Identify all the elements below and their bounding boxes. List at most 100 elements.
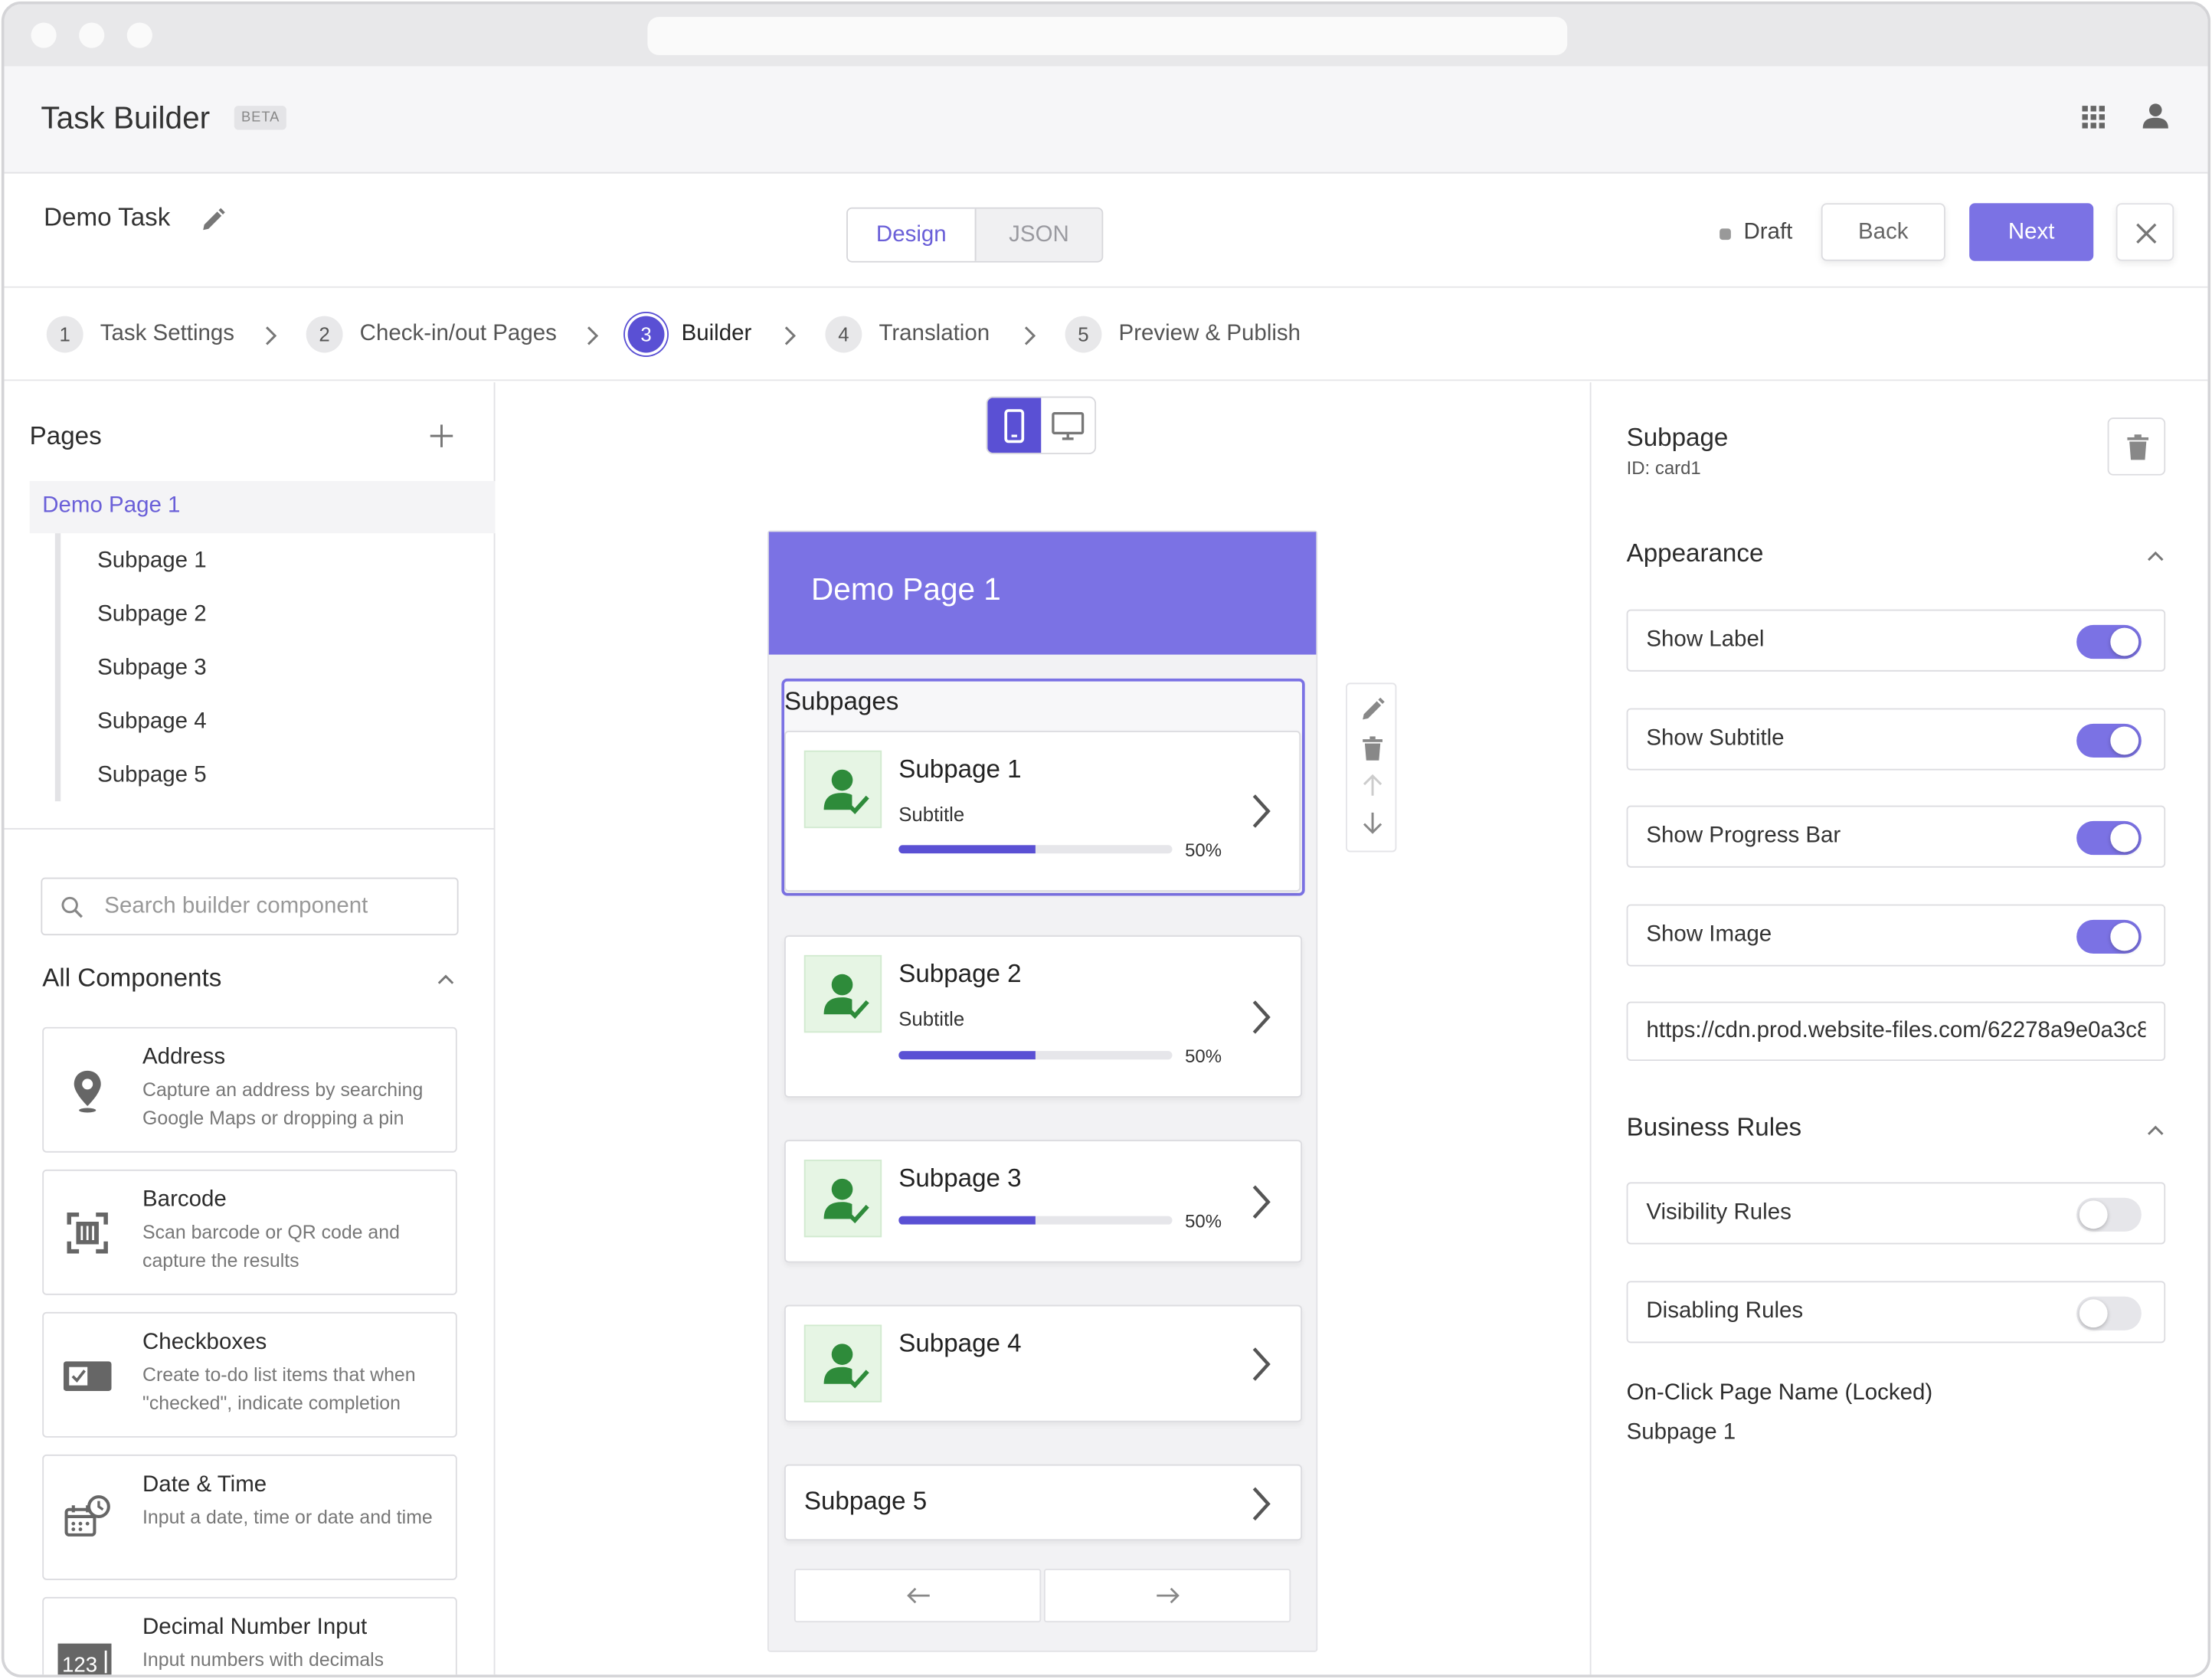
subpage-card[interactable]: Subpage 5 — [784, 1464, 1302, 1541]
search-input[interactable] — [104, 879, 443, 934]
window-close-dot[interactable] — [31, 22, 57, 48]
toggle-label: Show Subtitle — [1646, 726, 1785, 751]
subpage-card[interactable]: Subpage 3 50% — [784, 1140, 1302, 1263]
disabling-rules-row: Disabling Rules — [1626, 1281, 2166, 1344]
subpage-item[interactable]: Subpage 5 — [97, 763, 207, 788]
show-image-toggle[interactable] — [2076, 919, 2142, 954]
arrow-up-icon[interactable] — [1359, 771, 1387, 800]
window-minimize-dot[interactable] — [79, 22, 105, 48]
component-name: Checkboxes — [142, 1330, 267, 1355]
step-translation[interactable]: 4 Translation — [825, 316, 990, 353]
subpage-item[interactable]: Subpage 1 — [97, 548, 207, 574]
component-toolbar — [1346, 682, 1397, 853]
component-description: Input a date, time or date and time — [142, 1507, 433, 1528]
barcode-scan-icon — [67, 1213, 108, 1254]
component-barcode[interactable]: Barcode Scan barcode or QR code and capt… — [42, 1169, 457, 1295]
image-url-field[interactable] — [1626, 1001, 2166, 1062]
show-label-toggle[interactable] — [2076, 624, 2142, 659]
phone-icon — [1004, 408, 1025, 443]
user-check-icon — [823, 1344, 869, 1389]
trash-icon — [2127, 434, 2149, 460]
component-description: Capture an address by searching Google M… — [142, 1078, 424, 1129]
subpage-image — [803, 1159, 882, 1238]
subpage-item[interactable]: Subpage 2 — [97, 602, 207, 627]
component-decimal-number-input[interactable]: 123 Decimal Number Input Input numbers w… — [42, 1596, 457, 1675]
chevron-right-icon — [1024, 326, 1036, 345]
tab-json[interactable]: JSON — [974, 208, 1102, 261]
task-toolbar: Demo Task Design JSON Draft Back Next — [4, 175, 2208, 288]
toggle-label: Show Image — [1646, 922, 1772, 947]
component-id: ID: card1 — [1626, 457, 1701, 479]
show-image-row: Show Image — [1626, 904, 2166, 967]
desktop-view-button[interactable] — [1041, 398, 1095, 453]
progress-fill — [898, 1051, 1036, 1060]
beta-badge: BETA — [234, 106, 287, 130]
arrow-right-icon — [1156, 1587, 1179, 1604]
grid-icon[interactable] — [2081, 104, 2106, 129]
component-address[interactable]: Address Capture an address by searching … — [42, 1026, 457, 1153]
chevron-up-icon[interactable] — [2145, 1123, 2165, 1137]
arrow-down-icon[interactable] — [1359, 808, 1387, 836]
step-navigator: 1 Task Settings 2 Check-in/out Pages 3 B… — [4, 289, 2208, 381]
trash-icon[interactable] — [1359, 735, 1387, 764]
window-maximize-dot[interactable] — [126, 22, 152, 48]
delete-component-button[interactable] — [2107, 417, 2166, 476]
pencil-icon[interactable] — [199, 206, 227, 234]
chevron-right-icon — [1252, 1185, 1271, 1219]
next-page-button[interactable] — [1043, 1569, 1291, 1623]
next-button[interactable]: Next — [1969, 203, 2094, 261]
builder-canvas: Demo Page 1 Subpages Subpage 1 Subtitle … — [496, 382, 1589, 1675]
component-name: Address — [142, 1045, 226, 1070]
progress-fill — [898, 845, 1036, 854]
visibility-rules-toggle[interactable] — [2076, 1197, 2142, 1232]
tab-design[interactable]: Design — [847, 208, 975, 261]
mobile-view-button[interactable] — [987, 398, 1042, 453]
subpage-card[interactable]: Subpage 2 Subtitle 50% — [784, 935, 1302, 1098]
calendar-clock-icon — [64, 1495, 110, 1537]
show-subtitle-toggle[interactable] — [2076, 723, 2142, 758]
back-button[interactable]: Back — [1821, 203, 1945, 261]
show-progress-bar-row: Show Progress Bar — [1626, 805, 2166, 868]
close-button[interactable] — [2115, 203, 2174, 261]
app-title: Task Builder — [41, 100, 211, 136]
progress-bar — [898, 1216, 1173, 1225]
subpage-card[interactable]: Subpage 4 — [784, 1304, 1302, 1422]
preview-page-header: Demo Page 1 — [768, 532, 1317, 655]
step-task-settings[interactable]: 1 Task Settings — [46, 316, 235, 353]
progress-bar — [898, 845, 1173, 854]
step-check-in-out-pages[interactable]: 2 Check-in/out Pages — [306, 316, 557, 353]
subpage-image — [803, 954, 882, 1033]
disabling-rules-toggle[interactable] — [2076, 1296, 2142, 1330]
all-components-title: All Components — [42, 963, 222, 992]
step-label: Preview & Publish — [1118, 321, 1301, 346]
step-label: Translation — [879, 321, 990, 346]
plus-icon[interactable] — [427, 422, 456, 450]
user-icon[interactable] — [2140, 100, 2171, 132]
show-progress-bar-toggle[interactable] — [2076, 820, 2142, 856]
step-number: 4 — [825, 316, 862, 353]
checkbox-icon — [63, 1361, 112, 1392]
previous-page-button[interactable] — [794, 1569, 1042, 1623]
chevron-right-icon — [266, 326, 277, 345]
step-preview-publish[interactable]: 5 Preview & Publish — [1065, 316, 1301, 353]
page-item-demo-page-1[interactable]: Demo Page 1 — [29, 481, 496, 534]
appearance-title: Appearance — [1626, 538, 1764, 568]
chevron-up-icon[interactable] — [2145, 548, 2165, 562]
address-bar[interactable] — [647, 17, 1568, 55]
subpage-card[interactable]: Subpage 1 Subtitle 50% — [784, 731, 1301, 892]
step-label: Task Settings — [100, 321, 235, 346]
chevron-up-icon[interactable] — [436, 972, 456, 986]
subpage-item[interactable]: Subpage 4 — [97, 709, 207, 735]
pencil-icon[interactable] — [1359, 695, 1387, 724]
task-name: Demo Task — [44, 203, 171, 232]
toggle-knob — [2110, 823, 2139, 853]
component-checkboxes[interactable]: Checkboxes Create to-do list items that … — [42, 1311, 457, 1438]
subpage-card-subtitle: Subtitle — [898, 1007, 965, 1030]
toggle-knob — [2079, 1200, 2108, 1229]
subpage-item[interactable]: Subpage 3 — [97, 656, 207, 681]
subpage-card-title: Subpage 4 — [898, 1328, 1022, 1357]
component-name: Decimal Number Input — [142, 1615, 368, 1640]
step-builder[interactable]: 3 Builder — [627, 316, 751, 353]
component-date-time[interactable]: Date & Time Input a date, time or date a… — [42, 1454, 457, 1580]
component-description: Input numbers with decimals — [142, 1649, 384, 1671]
